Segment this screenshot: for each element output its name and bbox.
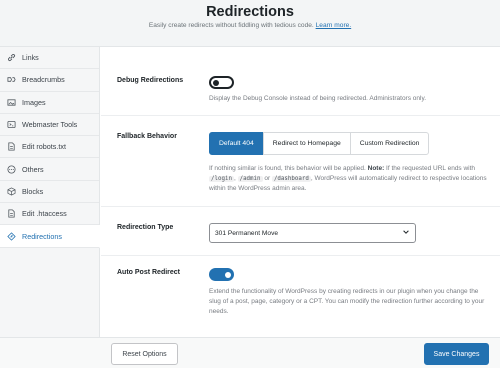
fallback-redirect-homepage-button[interactable]: Redirect to Homepage xyxy=(262,132,351,155)
chevron-down-icon xyxy=(402,228,410,238)
subtitle-text: Easily create redirects without fiddling… xyxy=(148,22,314,29)
page-header: Redirections Easily create redirects wit… xyxy=(0,0,500,42)
auto-post-redirect-toggle[interactable] xyxy=(209,268,234,281)
sidebar-item-images[interactable]: Images xyxy=(0,92,99,114)
settings-content: Debug Redirections Display the Debug Con… xyxy=(101,47,500,337)
sidebar-item-redirections[interactable]: Redirections xyxy=(0,225,100,248)
fallback-behavior-options: Default 404 Redirect to Homepage Custom … xyxy=(209,132,430,155)
redirection-type-label: Redirection Type xyxy=(117,224,174,231)
page-subtitle: Easily create redirects without fiddling… xyxy=(0,22,500,29)
sidebar: Links Breadcrumbs Images Webmaster Tools… xyxy=(0,47,100,337)
sidebar-item-label: Edit .htaccess xyxy=(22,209,67,219)
sidebar-item-others[interactable]: Others xyxy=(0,158,99,181)
sidebar-item-label: Others xyxy=(22,164,44,174)
sidebar-item-label: Links xyxy=(22,53,39,63)
fallback-default-404-button[interactable]: Default 404 xyxy=(209,132,264,155)
learn-more-link[interactable]: Learn more. xyxy=(316,22,352,29)
sidebar-item-edit-robots[interactable]: Edit robots.txt xyxy=(0,136,99,159)
reset-options-button[interactable]: Reset Options xyxy=(111,343,178,365)
redirection-type-value: 301 Permanent Move xyxy=(215,229,279,237)
fallback-desc-part1: If nothing similar is found, this behavi… xyxy=(209,165,366,172)
sidebar-item-label: Redirections xyxy=(22,231,62,241)
others-icon xyxy=(6,164,16,174)
debug-redirections-toggle[interactable] xyxy=(209,76,234,89)
sidebar-item-links[interactable]: Links xyxy=(0,47,99,70)
auto-post-redirect-description: Extend the functionality of WordPress by… xyxy=(209,288,485,315)
fallback-note-label: Note: xyxy=(367,165,385,172)
webmaster-icon xyxy=(6,120,16,130)
redirect-icon xyxy=(6,231,16,241)
code-dashboard: /dashboard xyxy=(271,176,311,182)
sidebar-item-label: Images xyxy=(22,97,46,107)
document-icon xyxy=(6,142,16,152)
debug-redirections-label: Debug Redirections xyxy=(117,77,184,84)
sidebar-item-breadcrumbs[interactable]: Breadcrumbs xyxy=(0,69,99,92)
sidebar-item-edit-htaccess[interactable]: Edit .htaccess xyxy=(0,203,99,226)
blocks-icon xyxy=(6,186,16,196)
fallback-custom-redirection-button[interactable]: Custom Redirection xyxy=(349,132,430,155)
auto-post-redirect-label: Auto Post Redirect xyxy=(117,269,181,276)
link-icon xyxy=(6,53,16,63)
sidebar-item-label: Edit robots.txt xyxy=(22,142,66,152)
fallback-behavior-description: If nothing similar is found, this behavi… xyxy=(209,165,487,192)
sidebar-item-blocks[interactable]: Blocks xyxy=(0,181,99,204)
code-admin: /admin xyxy=(237,176,263,182)
divider xyxy=(101,255,500,256)
footer-bar: Reset Options Save Changes xyxy=(0,337,500,368)
sidebar-item-label: Breadcrumbs xyxy=(22,75,65,85)
fallback-behavior-label: Fallback Behavior xyxy=(117,133,177,140)
divider xyxy=(101,115,500,116)
image-icon xyxy=(6,97,16,107)
redirection-type-select[interactable]: 301 Permanent Move xyxy=(209,223,416,243)
divider xyxy=(101,206,500,207)
toggle-knob xyxy=(225,271,231,278)
page-title: Redirections xyxy=(206,4,294,20)
debug-redirections-description: Display the Debug Console instead of bei… xyxy=(209,95,427,102)
fallback-desc-part2: If the requested URL ends with xyxy=(386,165,476,172)
breadcrumb-icon xyxy=(6,75,16,85)
settings-panel: Links Breadcrumbs Images Webmaster Tools… xyxy=(0,46,500,368)
sidebar-item-label: Webmaster Tools xyxy=(22,120,78,130)
save-changes-button[interactable]: Save Changes xyxy=(424,343,489,365)
document-icon xyxy=(6,209,16,219)
fallback-desc-or: or xyxy=(264,175,271,182)
toggle-knob xyxy=(213,79,219,86)
sidebar-item-webmaster-tools[interactable]: Webmaster Tools xyxy=(0,114,99,137)
sidebar-item-label: Blocks xyxy=(22,186,44,196)
code-login: /login xyxy=(209,176,234,182)
